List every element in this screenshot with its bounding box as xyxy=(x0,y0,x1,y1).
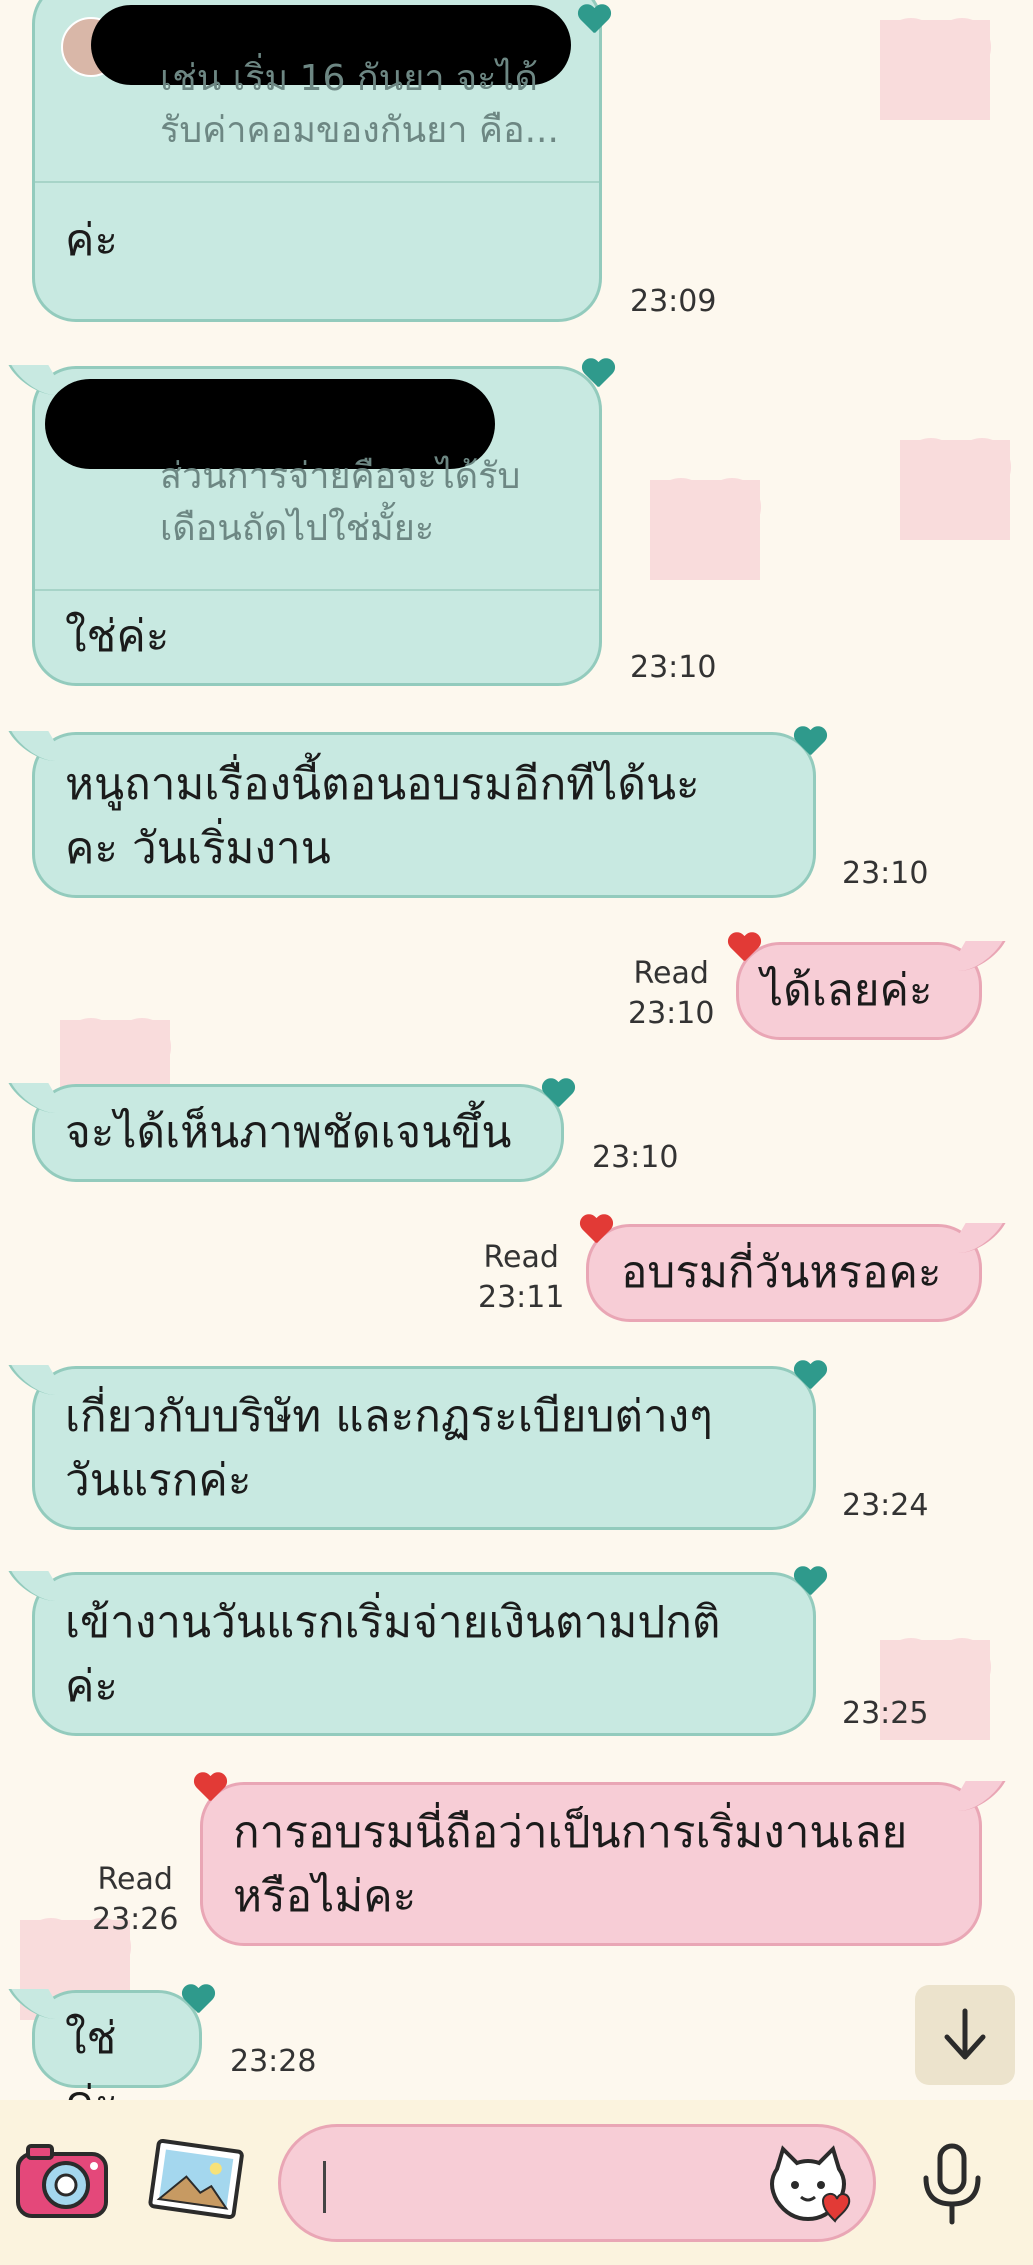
message-text: ใช่ค่ะ xyxy=(65,611,170,662)
quoted-message-text: ส่วนการจ่ายคือจะได้รับ เดือนถัดไปใช่มั้ย… xyxy=(160,456,521,549)
heart-icon xyxy=(577,5,611,35)
incoming-message-bubble[interactable]: เช่น เริ่ม 16 กันยา จะได้ รับค่าคอมของกั… xyxy=(32,0,602,322)
message-text: จะได้เห็นภาพชัดเจนขึ้น xyxy=(65,1107,512,1158)
heart-icon xyxy=(181,1985,215,2015)
reply-quote[interactable]: ส่วนการจ่ายคือจะได้รับ เดือนถัดไปใช่มั้ย… xyxy=(35,369,599,591)
gallery-button[interactable] xyxy=(146,2138,246,2222)
message-time: 23:10 xyxy=(842,856,929,891)
outgoing-message-bubble[interactable]: อบรมกี่วันหรอคะ xyxy=(586,1223,1006,1322)
heart-icon xyxy=(727,933,761,963)
message-text: ค่ะ xyxy=(65,215,119,266)
voice-message-button[interactable] xyxy=(912,2142,992,2226)
heart-icon xyxy=(193,1773,227,1803)
message-status-time: Read 23:26 xyxy=(92,1860,178,1940)
read-status: Read xyxy=(633,956,709,991)
gallery-icon xyxy=(148,2139,244,2220)
incoming-message-bubble[interactable]: เข้างานวันแรกเริ่มจ่ายเงินตามปกติ ค่ะ xyxy=(8,1571,816,1736)
heart-icon xyxy=(793,1361,827,1391)
message-text-input[interactable] xyxy=(278,2124,876,2242)
incoming-message-bubble[interactable]: เกี่ยวกับบริษัท และกฏระเบียบต่างๆ วันแรก… xyxy=(8,1365,816,1530)
message-time: 23:26 xyxy=(92,1902,179,1937)
read-status: Read xyxy=(97,1862,173,1897)
chat-message-list[interactable]: เช่น เริ่ม 16 กันยา จะได้ รับค่าคอมของกั… xyxy=(0,0,1033,2128)
sticker-button[interactable] xyxy=(763,2139,853,2229)
message-text: อบรมกี่วันหรอคะ xyxy=(621,1247,942,1298)
message-text: เกี่ยวกับบริษัท และกฏระเบียบต่างๆ วันแรก… xyxy=(65,1391,713,1506)
mic-icon xyxy=(923,2143,981,2225)
heart-icon xyxy=(793,1567,827,1597)
quoted-message-text: เช่น เริ่ม 16 กันยา จะได้ รับค่าคอมของกั… xyxy=(160,58,559,151)
incoming-message-bubble[interactable]: หนูถามเรื่องนี้ตอนอบรมอีกทีได้นะ คะ วันเ… xyxy=(8,731,816,898)
reply-quote[interactable]: เช่น เริ่ม 16 กันยา จะได้ รับค่าคอมของกั… xyxy=(35,0,599,183)
message-text: หนูถามเรื่องนี้ตอนอบรมอีกทีได้นะ คะ วันเ… xyxy=(65,759,700,874)
heart-icon xyxy=(793,727,827,757)
arrow-down-icon xyxy=(944,2008,986,2060)
incoming-message-bubble[interactable]: ส่วนการจ่ายคือจะได้รับ เดือนถัดไปใช่มั้ย… xyxy=(8,365,602,686)
message-time: 23:25 xyxy=(842,1696,929,1731)
message-status-time: Read 23:10 xyxy=(628,954,714,1034)
heart-icon xyxy=(579,1215,613,1245)
message-time: 23:24 xyxy=(842,1488,929,1523)
message-time: 23:28 xyxy=(230,2044,317,2079)
incoming-message-bubble[interactable]: ใช่ค่ะ xyxy=(8,1989,202,2128)
message-text: เข้างานวันแรกเริ่มจ่ายเงินตามปกติ ค่ะ xyxy=(65,1597,721,1712)
camera-icon xyxy=(16,2144,108,2218)
message-status-time: Read 23:11 xyxy=(478,1238,564,1318)
outgoing-message-bubble[interactable]: ได้เลยค่ะ xyxy=(736,941,1006,1040)
message-text: ได้เลยค่ะ xyxy=(761,965,933,1016)
text-cursor xyxy=(323,2161,326,2213)
message-time: 23:10 xyxy=(592,1140,679,1175)
message-time: 23:11 xyxy=(478,1280,565,1315)
message-time: 23:09 xyxy=(630,284,717,319)
scroll-to-bottom-button[interactable] xyxy=(915,1985,1015,2085)
outgoing-message-bubble[interactable]: การอบรมนี่ถือว่าเป็นการเริ่มงานเลย หรือไ… xyxy=(200,1781,1006,1946)
message-time: 23:10 xyxy=(630,650,717,685)
message-text: การอบรมนี่ถือว่าเป็นการเริ่มงานเลย หรือไ… xyxy=(233,1807,908,1922)
heart-icon xyxy=(541,1079,575,1109)
message-input-bar xyxy=(0,2100,1033,2265)
sticker-icon xyxy=(770,2145,851,2223)
message-time: 23:10 xyxy=(628,996,715,1031)
camera-button[interactable] xyxy=(14,2140,110,2220)
heart-icon xyxy=(581,359,615,389)
incoming-message-bubble[interactable]: จะได้เห็นภาพชัดเจนขึ้น xyxy=(8,1083,564,1182)
read-status: Read xyxy=(483,1240,559,1275)
